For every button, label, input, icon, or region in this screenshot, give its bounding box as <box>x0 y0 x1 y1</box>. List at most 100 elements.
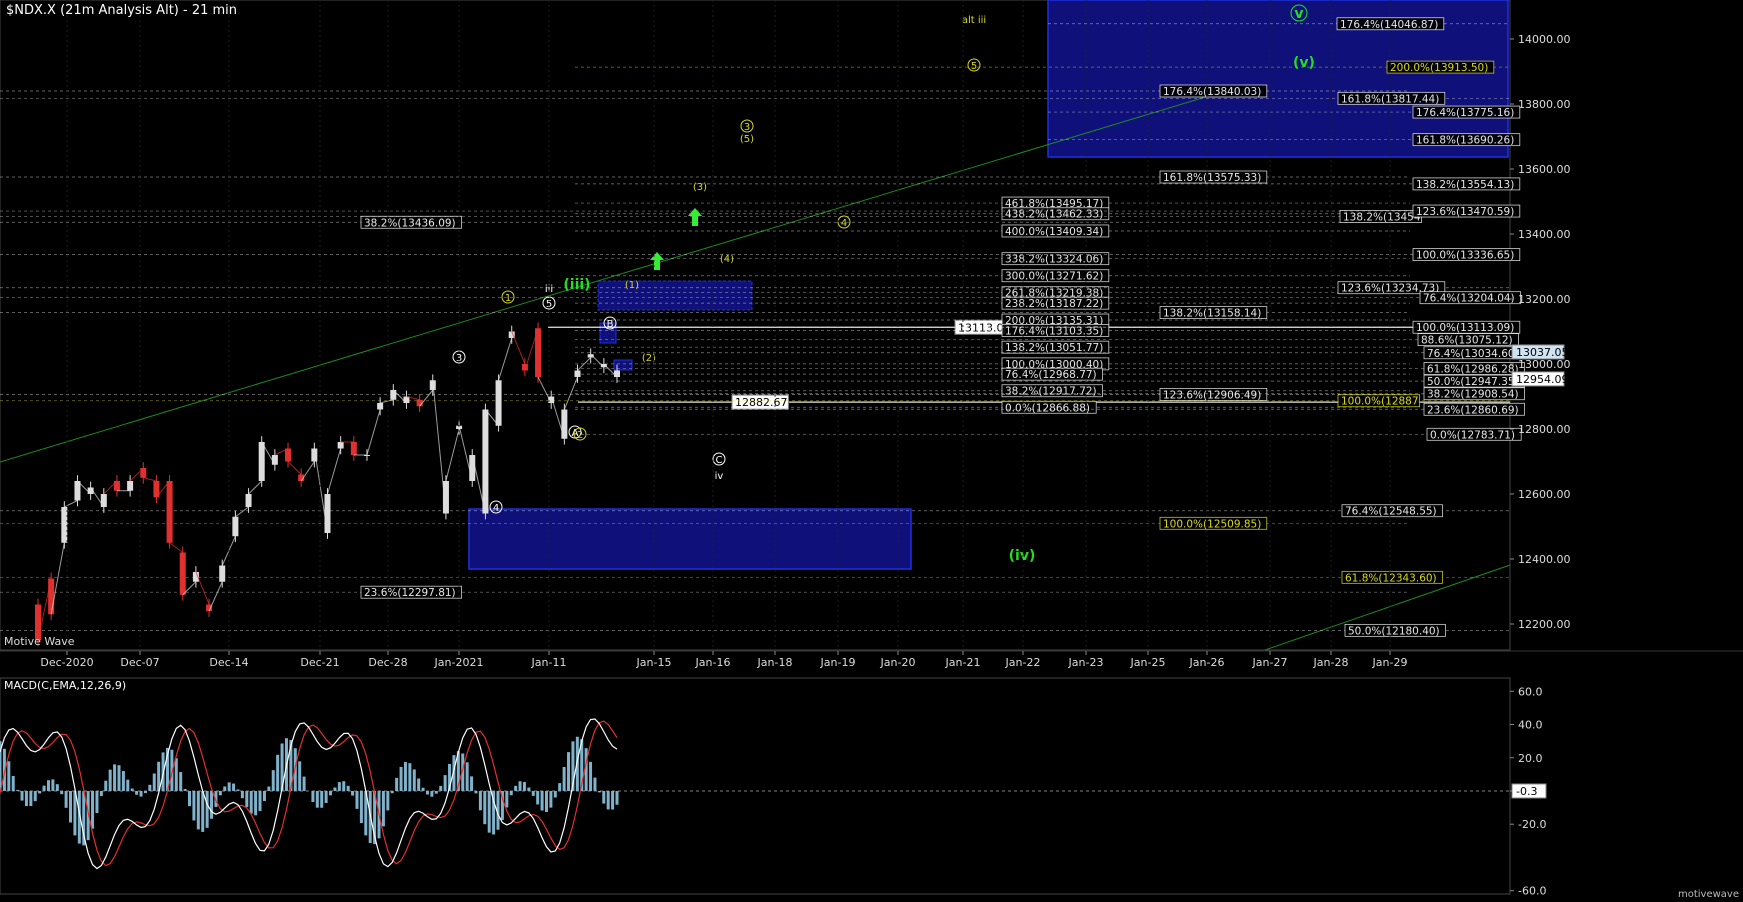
level-label: 138.2%(13454 <box>1343 211 1421 223</box>
wave-label: 3 <box>456 353 462 364</box>
candle <box>61 507 68 543</box>
level-label: 61.8%(12343.60) <box>1345 572 1437 584</box>
x-tick-label: Dec-14 <box>209 656 248 669</box>
target-zone-lower <box>468 508 912 570</box>
wave-label: (iv) <box>1009 548 1036 564</box>
candle <box>48 578 55 615</box>
x-tick-label: Jan-2021 <box>434 656 484 669</box>
level-label: 123.6%(12906.49) <box>1163 389 1261 401</box>
candle <box>271 455 278 465</box>
level-label: 238.2%(13187.22) <box>1005 298 1103 310</box>
level-label: 400.0%(13409.34) <box>1005 226 1103 238</box>
level-label: 76.4%(12548.55) <box>1345 506 1437 518</box>
candle <box>232 516 239 537</box>
x-tick-label: Jan-16 <box>695 656 731 669</box>
y-tick-label: 13600.00 <box>1518 163 1571 176</box>
level-label: 176.4%(13775.16) <box>1416 107 1514 119</box>
candle <box>469 455 476 481</box>
wave-label: (5) <box>740 134 754 145</box>
level-label: 176.4%(13840.03) <box>1163 86 1261 98</box>
level-label: 300.0%(13271.62) <box>1005 271 1103 283</box>
price-line-segment <box>380 399 394 404</box>
x-tick-label: Jan-20 <box>880 656 916 669</box>
x-tick-label: Dec-21 <box>300 656 339 669</box>
level-label: 76.4%(13204.04) <box>1423 293 1515 305</box>
y-tick-label: 14000.00 <box>1518 33 1571 46</box>
wave-label: 3 <box>744 122 750 133</box>
level-label: 138.2%(13051.77) <box>1005 342 1103 354</box>
candle <box>495 380 502 426</box>
level-label: 50.0%(12180.40) <box>1348 625 1440 637</box>
level-label: 123.6%(13470.59) <box>1416 206 1514 218</box>
wave-label: (iii) <box>563 277 590 293</box>
price-line-segment <box>511 331 526 365</box>
motive-wave-annotation: Motive Wave <box>4 635 75 648</box>
x-tick-label: Jan-26 <box>1189 656 1225 669</box>
price-line-segment <box>366 409 381 456</box>
wave-label: C <box>716 455 723 466</box>
x-tick-label: Jan-25 <box>1130 656 1166 669</box>
level-label: 200.0%(13913.50) <box>1390 62 1488 74</box>
level-label: 138.2%(13158.14) <box>1163 308 1261 320</box>
level-label: 100.0%(12509.85) <box>1163 518 1261 530</box>
wave-label: 4 <box>493 503 499 514</box>
candle <box>245 494 252 507</box>
y-tick-label: 12800.00 <box>1518 423 1571 436</box>
level-label: 161.8%(13690.26) <box>1416 135 1514 147</box>
candle <box>337 442 344 449</box>
level-label: 23.6%(12860.69) <box>1427 404 1519 416</box>
macd-y-tick-label: -60.0 <box>1518 885 1546 898</box>
level-label: 61.8%(12986.28) <box>1427 363 1519 375</box>
wave-label: (4) <box>720 254 734 265</box>
x-tick-label: Jan-11 <box>531 656 567 669</box>
y-tick-label: 12600.00 <box>1518 488 1571 501</box>
x-tick-label: Dec-07 <box>120 656 159 669</box>
wave-label: 5 <box>971 61 977 72</box>
y-tick-label: 13200.00 <box>1518 293 1571 306</box>
wave-label: (3) <box>693 182 707 193</box>
price-line-segment <box>248 480 263 495</box>
candle <box>561 409 568 439</box>
macd-y-tick-label: -20.0 <box>1518 818 1546 831</box>
level-label: 38.2%(12908.54) <box>1427 389 1519 401</box>
level-label: 23.6%(12297.81) <box>364 587 456 599</box>
price-line-segment <box>432 380 447 514</box>
macd-title: MACD(C,EMA,12,26,9) <box>4 679 126 692</box>
y-tick-label: 12400.00 <box>1518 553 1571 566</box>
y-tick-label: 12200.00 <box>1518 618 1571 631</box>
price-line-segment <box>498 337 513 381</box>
level-label: 0.0%(12783.71) <box>1430 429 1515 441</box>
wave-label: B <box>607 319 614 330</box>
level-label: 100.0%(13113.09) <box>1416 322 1514 334</box>
price-line-segment <box>300 461 315 482</box>
wave-label: 2 <box>577 430 583 441</box>
price-line-segment <box>169 542 184 553</box>
level-label: 38.2%(13436.09) <box>364 217 456 229</box>
level-label: 38.2%(12917.72) <box>1005 386 1097 398</box>
price-line-segment <box>195 571 210 605</box>
y-tick-label: 13800.00 <box>1518 98 1571 111</box>
x-tick-label: Dec-2020 <box>40 656 93 669</box>
level-label: 88.6%(13075.12) <box>1421 335 1513 347</box>
x-tick-label: Jan-21 <box>945 656 981 669</box>
candle <box>614 370 620 377</box>
price-line-segment <box>143 477 157 482</box>
wave-label: (1) <box>625 280 639 291</box>
wave-label: alt iii <box>962 15 986 26</box>
price-marker-label: 13037.05 <box>1516 346 1569 359</box>
level-label: 138.2%(13554.13) <box>1416 179 1514 191</box>
x-tick-label: Jan-27 <box>1252 656 1288 669</box>
level-label: 161.8%(13575.33) <box>1163 172 1261 184</box>
price-line-segment <box>235 506 249 518</box>
price-line-segment <box>419 389 434 407</box>
price-line-segment <box>287 461 302 475</box>
macd-y-tick-label: 20.0 <box>1518 752 1543 765</box>
macd-y-tick-label: 60.0 <box>1518 685 1543 698</box>
chart-title: $NDX.X (21m Analysis Alt) - 21 min <box>6 3 238 18</box>
level-label: 100.0%(12887 <box>1341 396 1419 408</box>
candle <box>482 409 489 514</box>
x-tick-label: Dec-28 <box>368 656 407 669</box>
candle <box>100 494 107 507</box>
candle <box>166 481 173 543</box>
price-line-segment <box>445 428 460 482</box>
